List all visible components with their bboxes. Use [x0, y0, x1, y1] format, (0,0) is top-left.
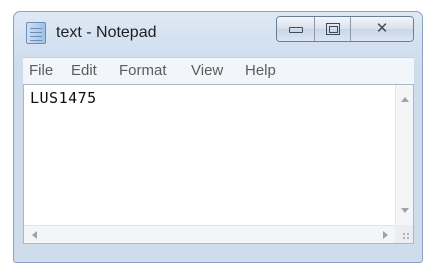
text-editor[interactable]: LUS1475	[23, 84, 414, 244]
menu-view[interactable]: View	[191, 62, 223, 79]
scroll-left-arrow-icon[interactable]	[32, 231, 37, 239]
maximize-button[interactable]	[315, 17, 351, 41]
scroll-right-arrow-icon[interactable]	[383, 231, 388, 239]
minimize-icon	[289, 27, 303, 33]
vertical-scrollbar[interactable]	[395, 85, 413, 225]
minimize-button[interactable]	[277, 17, 315, 41]
menu-bar: File Edit Format View Help	[23, 57, 414, 84]
title-bar[interactable]: text - Notepad ✕	[14, 12, 422, 56]
menu-format[interactable]: Format	[119, 62, 167, 79]
maximize-icon	[326, 23, 340, 35]
scroll-down-arrow-icon[interactable]	[401, 208, 409, 213]
close-icon: ✕	[375, 19, 389, 37]
notepad-window: text - Notepad ✕ File Edit Format View H…	[13, 11, 423, 263]
menu-edit[interactable]: Edit	[71, 62, 97, 79]
size-grip[interactable]	[395, 225, 413, 243]
close-button[interactable]: ✕	[351, 17, 413, 41]
scroll-up-arrow-icon[interactable]	[401, 97, 409, 102]
window-title: text - Notepad	[56, 24, 157, 41]
notepad-icon[interactable]	[26, 22, 46, 44]
size-grip-icon	[402, 232, 410, 240]
editor-content[interactable]: LUS1475	[30, 89, 97, 107]
menu-help[interactable]: Help	[245, 62, 276, 79]
horizontal-scrollbar[interactable]	[24, 225, 396, 243]
menu-file[interactable]: File	[29, 62, 53, 79]
caption-buttons: ✕	[276, 16, 414, 42]
